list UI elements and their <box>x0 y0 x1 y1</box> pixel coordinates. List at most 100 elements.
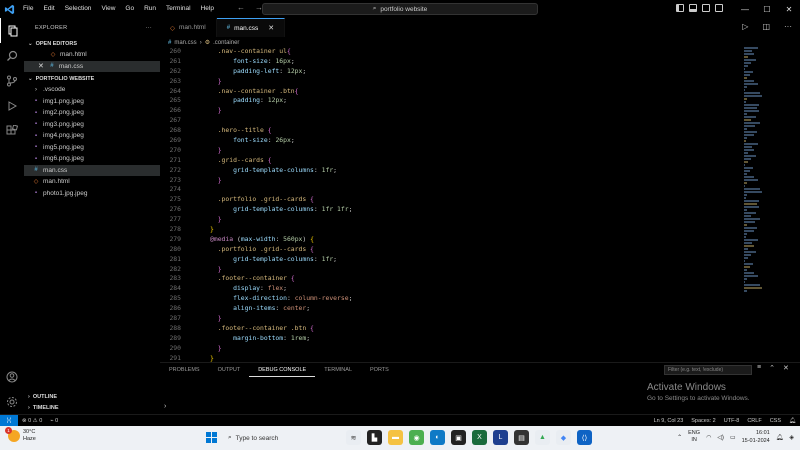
editor-scrollbar[interactable] <box>785 47 795 362</box>
run-icon[interactable]: ▷ <box>742 22 748 31</box>
code-line[interactable]: 288 .footer--container .btn { <box>160 324 740 334</box>
command-center-search[interactable]: ⌕ portfolio website <box>262 3 538 15</box>
tree-item-file[interactable]: ◇ man.html <box>24 176 160 188</box>
code-line[interactable]: 282 } <box>160 265 740 275</box>
tab-problems[interactable]: PROBLEMS <box>160 363 209 377</box>
code-line[interactable]: 283 .footer--container { <box>160 274 740 284</box>
remote-icon[interactable]: ⟩⟨ <box>0 414 18 427</box>
tree-item-file[interactable]: ▪ photo1.jpg.jpeg <box>24 188 160 200</box>
code-line[interactable]: 264 .nav--container .btn{ <box>160 87 740 97</box>
problems-status[interactable]: ⊗ 0 ⚠ 0 <box>18 418 46 424</box>
edge-icon[interactable]: ◐ <box>430 430 445 445</box>
open-editor-item-html[interactable]: ◇ man.html <box>24 49 160 61</box>
code-line[interactable]: 279 @media (max-width: 560px) { <box>160 235 740 245</box>
tab-man-css[interactable]: # man.css ✕ <box>216 18 286 37</box>
code-line[interactable]: 281 grid-template-columns: 1fr; <box>160 255 740 265</box>
outline-section-header[interactable]: › OUTLINE <box>24 391 160 402</box>
code-line[interactable]: 287 } <box>160 314 740 324</box>
code-line[interactable]: 260 .nav--container ul{ <box>160 47 740 57</box>
more-actions-icon[interactable]: ··· <box>146 25 152 31</box>
minimap[interactable] <box>744 47 774 292</box>
copilot-icon[interactable]: ◈ <box>789 434 794 441</box>
tree-item-file-active[interactable]: # man.css <box>24 164 160 176</box>
chrome-icon[interactable]: ◉ <box>409 430 424 445</box>
code-line[interactable]: 261 font-size: 16px; <box>160 57 740 67</box>
menu-help[interactable]: Help <box>196 0 219 18</box>
drive-icon[interactable]: ▲ <box>535 430 550 445</box>
breadcrumb-file[interactable]: man.css <box>174 40 196 46</box>
toggle-secondary-sidebar-icon[interactable] <box>702 4 710 12</box>
open-editors-header[interactable]: ⌄ OPEN EDITORS <box>24 38 160 49</box>
cursor-position[interactable]: Ln 9, Col 23 <box>650 418 688 424</box>
code-line[interactable]: 263 } <box>160 77 740 87</box>
tree-item-file[interactable]: ▪ img3.png.jpeg <box>24 119 160 131</box>
volume-icon[interactable]: ◁) <box>717 434 724 441</box>
app-l-icon[interactable]: L <box>493 430 508 445</box>
breadcrumb-symbol[interactable]: .container <box>213 40 239 46</box>
code-line[interactable]: 278} <box>160 225 740 235</box>
code-line[interactable]: 272 grid-template-columns: 1fr; <box>160 166 740 176</box>
tree-item-file[interactable]: ▪ img1.png.jpeg <box>24 96 160 108</box>
code-line[interactable]: 277 } <box>160 215 740 225</box>
tree-item-file[interactable]: ▪ img6.png.jpeg <box>24 153 160 165</box>
clear-console-icon[interactable]: ≡ <box>757 364 761 372</box>
open-editor-item-css[interactable]: ✕ # man.css <box>24 60 160 72</box>
code-line[interactable]: 284 display: flex; <box>160 284 740 294</box>
code-line[interactable]: 268 .hero--title { <box>160 126 740 136</box>
menu-go[interactable]: Go <box>120 0 139 18</box>
tab-debug-console[interactable]: DEBUG CONSOLE <box>249 363 316 377</box>
menu-terminal[interactable]: Terminal <box>161 0 196 18</box>
code-line[interactable]: 285 flex-direction: column-reverse; <box>160 294 740 304</box>
clock[interactable]: 16:01 15-01-2024 <box>742 429 770 445</box>
toggle-primary-sidebar-icon[interactable] <box>676 4 684 12</box>
tab-ports[interactable]: PORTS <box>361 363 398 377</box>
menu-run[interactable]: Run <box>139 0 161 18</box>
tree-item-file[interactable]: ▪ img5.png.jpeg <box>24 142 160 154</box>
code-line[interactable]: 265 padding: 12px; <box>160 96 740 106</box>
app-blue-icon[interactable]: ◆ <box>556 430 571 445</box>
code-line[interactable]: 274 <box>160 185 740 195</box>
tab-terminal[interactable]: TERMINAL <box>315 363 361 377</box>
store-icon[interactable]: ▣ <box>451 430 466 445</box>
account-icon[interactable] <box>0 364 24 389</box>
maximize-button[interactable]: ☐ <box>756 0 778 18</box>
code-line[interactable]: 291} <box>160 354 740 362</box>
split-editor-icon[interactable]: ◫ <box>762 22 770 31</box>
menu-edit[interactable]: Edit <box>38 0 59 18</box>
start-button[interactable] <box>206 432 217 443</box>
console-prompt-icon[interactable]: › <box>164 403 166 410</box>
code-line[interactable]: 286 align-items: center; <box>160 304 740 314</box>
code-line[interactable]: 270 } <box>160 146 740 156</box>
notifications-bell-icon[interactable]: 🔔︎ <box>785 418 800 424</box>
encoding[interactable]: UTF-8 <box>720 418 744 424</box>
code-line[interactable]: 269 font-size: 26px; <box>160 136 740 146</box>
terminal-icon[interactable]: ▤ <box>514 430 529 445</box>
language-mode[interactable]: CSS <box>766 418 785 424</box>
close-icon[interactable]: ✕ <box>38 62 44 70</box>
close-panel-icon[interactable]: ✕ <box>783 364 789 372</box>
source-control-icon[interactable] <box>0 68 24 93</box>
extensions-icon[interactable] <box>0 118 24 143</box>
customize-layout-icon[interactable] <box>715 4 723 12</box>
debug-console-filter-input[interactable]: Filter (e.g. text, !exclude) <box>664 365 752 375</box>
menu-view[interactable]: View <box>96 0 120 18</box>
timeline-section-header[interactable]: › TIMELINE <box>24 402 160 413</box>
indentation[interactable]: Spaces: 2 <box>687 418 719 424</box>
code-line[interactable]: 262 padding-left: 12px; <box>160 67 740 77</box>
excel-icon[interactable]: X <box>472 430 487 445</box>
code-line[interactable]: 280 .portfolio .grid--cards { <box>160 245 740 255</box>
menu-selection[interactable]: Selection <box>60 0 97 18</box>
project-folder-header[interactable]: ⌄ PORTFOLIO WEBSITE <box>24 73 160 84</box>
close-window-button[interactable]: ✕ <box>778 0 800 18</box>
code-line[interactable]: 267 <box>160 116 740 126</box>
code-line[interactable]: 266 } <box>160 106 740 116</box>
explorer-icon[interactable] <box>0 18 24 43</box>
taskbar-search[interactable]: ⌕ Type to search <box>228 430 340 446</box>
tab-output[interactable]: OUTPUT <box>209 363 250 377</box>
code-line[interactable]: 273 } <box>160 176 740 186</box>
line-endings[interactable]: CRLF <box>743 418 765 424</box>
code-line[interactable]: 290 } <box>160 344 740 354</box>
search-icon[interactable] <box>0 43 24 68</box>
task-view-icon[interactable]: ▙ <box>367 430 382 445</box>
code-line[interactable]: 275 .portfolio .grid--cards { <box>160 195 740 205</box>
